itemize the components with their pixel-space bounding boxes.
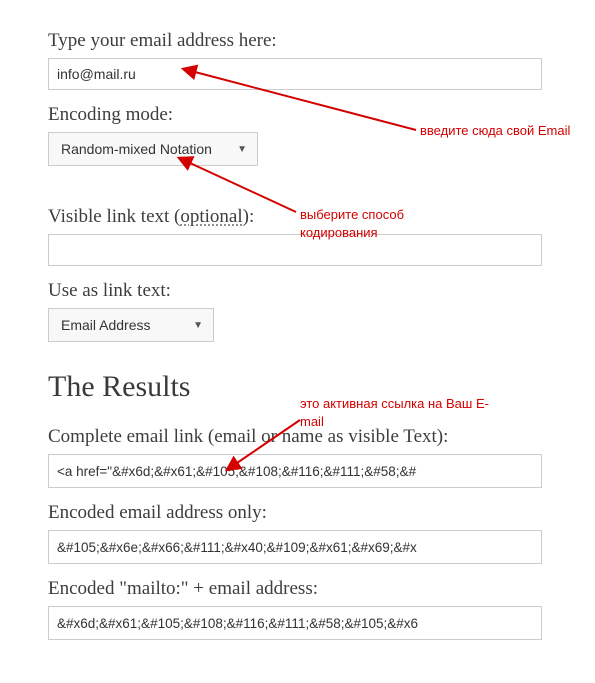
encoding-select[interactable]: Random-mixed Notation ▼: [48, 132, 258, 166]
visible-label: Visible link text (optional):: [48, 206, 542, 228]
linktext-select[interactable]: Email Address ▼: [48, 308, 214, 342]
encoded-only-output[interactable]: &#105;&#x6e;&#x66;&#111;&#x40;&#109;&#x6…: [48, 530, 542, 564]
encoding-label: Encoding mode:: [48, 104, 542, 126]
visible-label-optional: optional: [180, 206, 242, 227]
visible-input[interactable]: [48, 234, 542, 266]
encoded-mailto-label: Encoded "mailto:" + email address:: [48, 578, 542, 600]
encoded-only-label: Encoded email address only:: [48, 502, 542, 524]
chevron-down-icon: ▼: [237, 144, 247, 155]
results-heading: The Results: [48, 370, 542, 404]
email-label: Type your email address here:: [48, 30, 542, 52]
visible-label-post: ):: [243, 206, 255, 227]
chevron-down-icon: ▼: [193, 320, 203, 331]
complete-output[interactable]: <a href="&#x6d;&#x61;&#105;&#108;&#116;&…: [48, 454, 542, 488]
encoded-mailto-output[interactable]: &#x6d;&#x61;&#105;&#108;&#116;&#111;&#58…: [48, 606, 542, 640]
visible-label-pre: Visible link text (: [48, 206, 180, 227]
page: Type your email address here: Encoding m…: [0, 0, 595, 683]
form-column: Type your email address here: Encoding m…: [48, 30, 542, 640]
complete-label: Complete email link (email or name as vi…: [48, 426, 542, 448]
linktext-label: Use as link text:: [48, 280, 542, 302]
email-input[interactable]: [48, 58, 542, 90]
encoding-select-value: Random-mixed Notation: [61, 141, 212, 157]
linktext-select-value: Email Address: [61, 317, 150, 333]
